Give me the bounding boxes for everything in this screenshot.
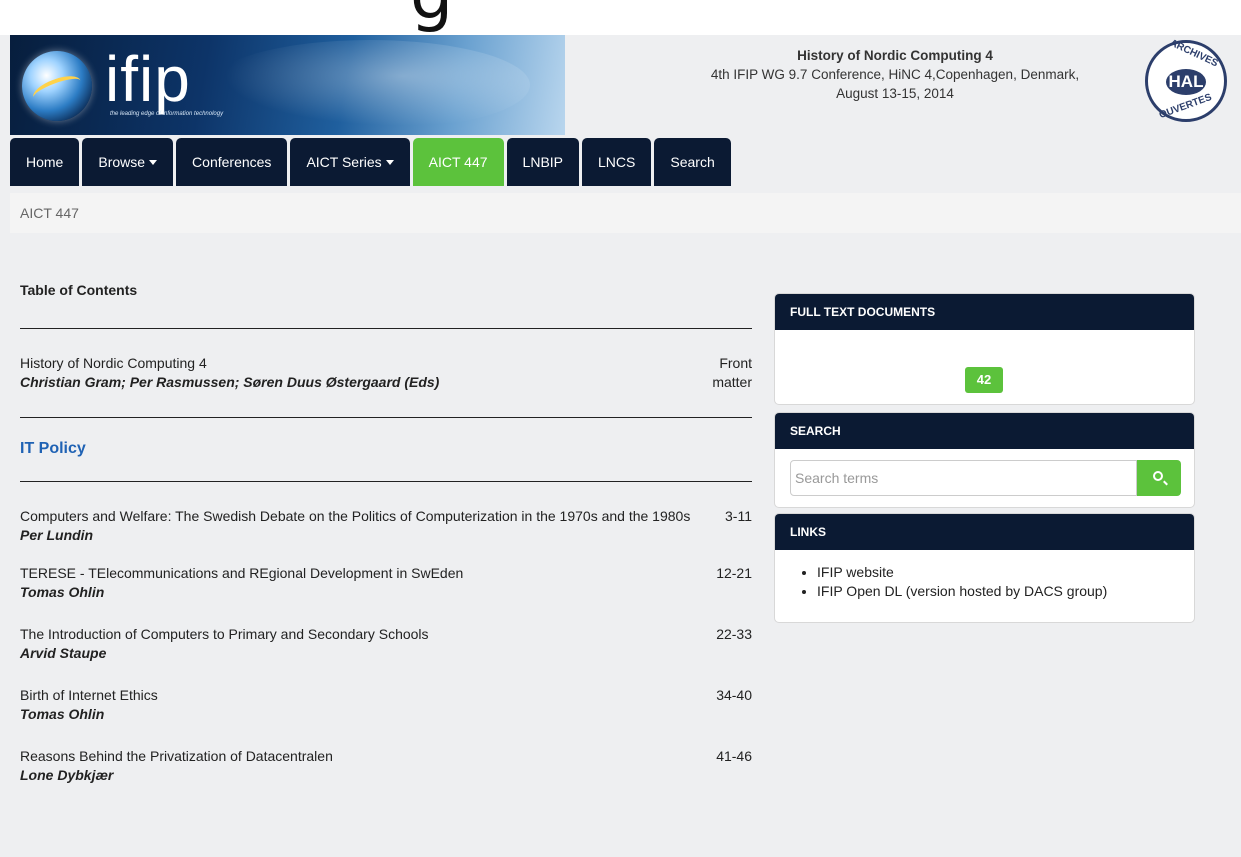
entry-pages: Front matter: [693, 354, 752, 392]
entry-title[interactable]: History of Nordic Computing 4: [20, 354, 693, 373]
entry-pages: 12-21: [716, 565, 752, 581]
entry-authors: Lone Dybkjær: [20, 767, 114, 783]
entry-authors: Tomas Ohlin: [20, 706, 105, 722]
search-icon: [1153, 471, 1163, 481]
links-panel-title: LINKS: [775, 514, 1194, 550]
entry-pages-line2: matter: [712, 374, 752, 390]
breadcrumb: AICT 447: [10, 193, 1241, 233]
hal-logo-center: HAL: [1166, 69, 1206, 95]
entry-pages: 22-33: [716, 626, 752, 642]
table-of-contents: Table of Contents History of Nordic Comp…: [20, 282, 752, 785]
entry-title[interactable]: Computers and Welfare: The Swedish Debat…: [20, 507, 693, 526]
nav-aict-447-label: AICT 447: [428, 154, 488, 170]
toc-entry: Birth of Internet Ethics Tomas Ohlin 34-…: [20, 686, 752, 724]
nav-aict-series[interactable]: AICT Series: [290, 138, 410, 186]
nav-search[interactable]: Search: [654, 138, 731, 186]
link-ifip-open-dl[interactable]: IFIP Open DL (version hosted by DACS gro…: [817, 582, 1107, 601]
section-title[interactable]: IT Policy: [20, 440, 752, 458]
entry-title[interactable]: Birth of Internet Ethics: [20, 686, 693, 705]
hal-logo-bottom-text: OUVERTES: [1157, 91, 1214, 122]
ifip-logo-text: ifip: [105, 43, 191, 115]
top-strip: g: [0, 0, 1241, 35]
entry-title[interactable]: TERESE - TElecommunications and REgional…: [20, 564, 693, 583]
entry-pages: 3-11: [725, 508, 752, 524]
hal-logo-top-text: ARCHIVES: [1168, 37, 1220, 70]
entry-pages: 41-46: [716, 748, 752, 764]
nav-conferences[interactable]: Conferences: [176, 138, 288, 186]
hal-archives-logo[interactable]: ARCHIVES HAL OUVERTES: [1145, 37, 1227, 122]
divider: [20, 417, 752, 418]
nav-lnbip[interactable]: LNBIP: [506, 138, 580, 186]
link-ifip-website[interactable]: IFIP website: [817, 563, 1107, 582]
nav-lncs-label: LNCS: [598, 154, 636, 170]
nav-browse[interactable]: Browse: [82, 138, 174, 186]
links-panel: LINKS IFIP website IFIP Open DL (version…: [774, 513, 1195, 623]
search-button[interactable]: [1137, 460, 1181, 496]
entry-authors: Tomas Ohlin: [20, 584, 105, 600]
main-nav: Home Browse Conferences AICT Series AICT…: [10, 138, 731, 186]
entry-title[interactable]: Reasons Behind the Privatization of Data…: [20, 747, 693, 766]
nav-conferences-label: Conferences: [192, 154, 272, 170]
conference-info: History of Nordic Computing 4 4th IFIP W…: [660, 46, 1130, 103]
entry-title[interactable]: The Introduction of Computers to Primary…: [20, 625, 693, 644]
entry-authors: Christian Gram; Per Rasmussen; Søren Duu…: [20, 374, 440, 390]
toc-heading: Table of Contents: [20, 282, 138, 298]
entry-pages: 34-40: [716, 687, 752, 703]
links-list: IFIP website IFIP Open DL (version hoste…: [817, 563, 1107, 601]
ifip-tagline: the leading edge of information technolo…: [110, 111, 224, 117]
nav-search-label: Search: [670, 154, 715, 170]
ifip-banner[interactable]: ifip the leading edge of information tec…: [10, 35, 565, 135]
world-map-graphic: [210, 40, 530, 130]
ifip-globe-icon: [22, 51, 92, 121]
conference-dates: August 13-15, 2014: [836, 86, 954, 101]
fulltext-panel: FULL TEXT DOCUMENTS 42: [774, 293, 1195, 405]
search-panel: SEARCH: [774, 412, 1195, 508]
entry-authors: Arvid Staupe: [20, 645, 107, 661]
divider: [20, 481, 752, 482]
conference-title: History of Nordic Computing 4: [797, 48, 993, 63]
nav-lnbip-label: LNBIP: [522, 154, 564, 170]
search-panel-title: SEARCH: [775, 413, 1194, 449]
toc-entry: TERESE - TElecommunications and REgional…: [20, 564, 752, 602]
caret-down-icon: [149, 159, 158, 165]
nav-aict-series-label: AICT Series: [306, 154, 382, 170]
entry-pages-line1: Front: [719, 355, 752, 371]
toc-entry: Computers and Welfare: The Swedish Debat…: [20, 507, 752, 545]
toc-entry: The Introduction of Computers to Primary…: [20, 625, 752, 663]
nav-browse-label: Browse: [98, 154, 146, 170]
nav-aict-447[interactable]: AICT 447: [412, 138, 504, 186]
entry-authors: Per Lundin: [20, 527, 94, 543]
toc-entry: Reasons Behind the Privatization of Data…: [20, 747, 752, 785]
divider: [20, 328, 752, 329]
search-input[interactable]: [790, 460, 1137, 496]
nav-home[interactable]: Home: [10, 138, 80, 186]
caret-down-icon: [385, 159, 394, 165]
toc-entry-front: History of Nordic Computing 4 Christian …: [20, 354, 752, 392]
conference-details: 4th IFIP WG 9.7 Conference, HiNC 4,Copen…: [710, 67, 1080, 82]
breadcrumb-current: AICT 447: [20, 205, 79, 221]
fulltext-panel-title: FULL TEXT DOCUMENTS: [775, 294, 1194, 330]
cropped-glyph: g: [410, 0, 453, 30]
fulltext-count-badge[interactable]: 42: [965, 367, 1003, 393]
nav-home-label: Home: [26, 154, 64, 170]
nav-lncs[interactable]: LNCS: [582, 138, 652, 186]
